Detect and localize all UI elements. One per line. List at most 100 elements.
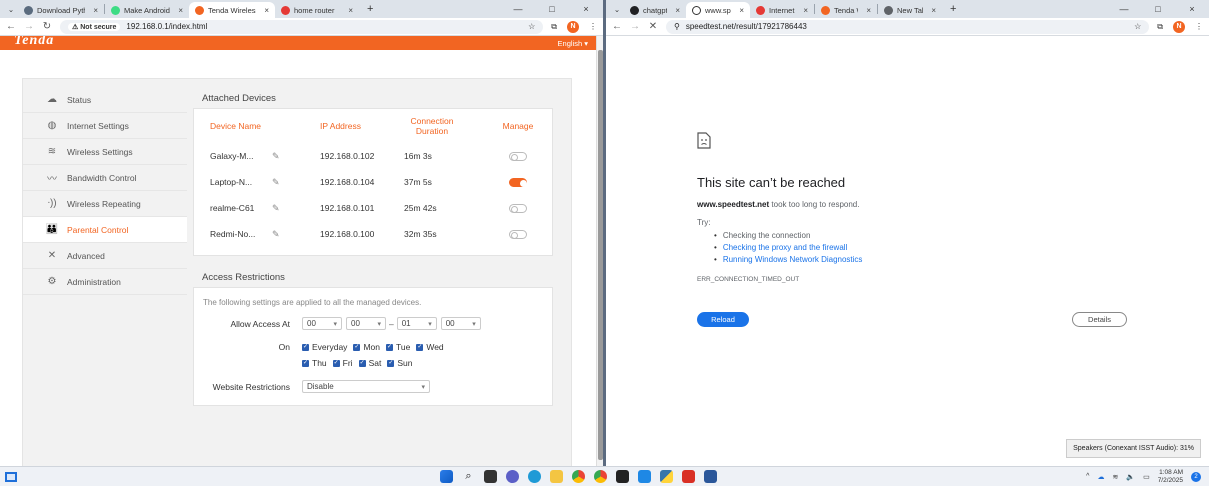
menu-kebab-icon[interactable]: ⋮ (589, 22, 597, 31)
sidebar-item-advanced[interactable]: ✕ Advanced (23, 243, 187, 269)
terminal-icon[interactable] (616, 470, 629, 483)
day-checkbox-everyday[interactable]: ✓ Everyday (302, 342, 347, 352)
sidebar-item-wireless-repeating[interactable]: ᐧ)) Wireless Repeating (23, 191, 187, 217)
language-select[interactable]: English ▾ (558, 39, 588, 48)
sidebar-item-administration[interactable]: ⚙ Administration (23, 269, 187, 295)
python-icon[interactable] (660, 470, 673, 483)
end-minute-select[interactable]: 00 ▾ (440, 317, 481, 330)
error-suggestion[interactable]: Running Windows Network Diagnostics (714, 255, 863, 264)
checkbox-checked-icon[interactable]: ✓ (387, 359, 395, 367)
edit-pencil-icon[interactable]: ✎ (272, 229, 280, 240)
error-suggestion[interactable]: Checking the proxy and the firewall (714, 243, 862, 252)
search-icon[interactable]: ⌕ (462, 470, 475, 483)
day-checkbox-thu[interactable]: ✓ Thu (302, 358, 327, 368)
bookmark-star-icon[interactable]: ☆ (528, 22, 535, 31)
close-window-button[interactable]: × (569, 4, 603, 14)
day-checkbox-sun[interactable]: ✓ Sun (387, 358, 412, 368)
left-page-scrollbar[interactable] (596, 36, 603, 466)
profile-avatar[interactable]: N (1173, 20, 1185, 33)
sidebar-item-status[interactable]: ☁ Status (23, 87, 187, 113)
day-checkbox-tue[interactable]: ✓ Tue (385, 342, 410, 352)
site-info-icon[interactable]: ⚲ (674, 22, 680, 31)
start-hour-select[interactable]: 00 ▾ (302, 317, 342, 330)
sidebar-item-parental-control[interactable]: 👪 Parental Control (23, 217, 187, 243)
widgets-icon[interactable] (484, 470, 497, 483)
suggestion-link[interactable]: Checking the proxy and the firewall (723, 243, 848, 252)
new-tab-button[interactable]: + (367, 3, 373, 15)
tab-close-icon[interactable]: × (93, 6, 98, 15)
edit-pencil-icon[interactable]: ✎ (272, 177, 280, 188)
day-checkbox-fri[interactable]: ✓ Fri (332, 358, 353, 368)
browser-tab[interactable]: www.spe × (686, 2, 750, 18)
browser-tab[interactable]: Download Pyth × (18, 2, 104, 18)
checkbox-checked-icon[interactable]: ✓ (302, 359, 309, 367)
bookmark-star-icon[interactable]: ☆ (1134, 22, 1141, 31)
tab-close-icon[interactable]: × (931, 6, 936, 15)
suggestion-link[interactable]: Running Windows Network Diagnostics (723, 255, 863, 264)
end-hour-select[interactable]: 01 ▾ (396, 317, 437, 330)
not-secure-badge[interactable]: ⚠ Not secure (68, 22, 121, 31)
task-view-icon[interactable] (5, 471, 17, 482)
vscode-icon[interactable] (638, 470, 651, 483)
browser-tab[interactable]: home router × (275, 2, 359, 18)
tab-close-icon[interactable]: × (803, 6, 808, 15)
windows-start-icon[interactable] (440, 470, 453, 483)
manage-toggle[interactable] (509, 177, 527, 187)
back-icon[interactable]: ← (6, 21, 16, 32)
browser-tab[interactable]: Internet × (750, 2, 814, 18)
edge-icon[interactable] (528, 470, 541, 483)
browser-tab[interactable]: New Tab × (878, 2, 942, 18)
edit-pencil-icon[interactable]: ✎ (272, 151, 280, 162)
profile-avatar[interactable]: N (567, 20, 579, 33)
tab-close-icon[interactable]: × (264, 6, 269, 15)
tab-search-icon[interactable]: ⌄ (4, 5, 18, 14)
chat-icon[interactable] (506, 470, 519, 483)
tab-close-icon[interactable]: × (739, 6, 744, 15)
tab-close-icon[interactable]: × (675, 6, 680, 15)
tab-close-icon[interactable]: × (178, 6, 183, 15)
checkbox-checked-icon[interactable]: ✓ (385, 343, 393, 351)
url-field[interactable]: ⚲ speedtest.net/result/17921786443 ☆ (666, 19, 1150, 34)
minimize-button[interactable]: — (1107, 4, 1141, 14)
day-checkbox-sat[interactable]: ✓ Sat (358, 358, 381, 368)
maximize-button[interactable]: □ (535, 4, 569, 14)
wifi-icon[interactable]: ≋ (1112, 473, 1118, 481)
day-checkbox-mon[interactable]: ✓ Mon (353, 342, 380, 352)
day-checkbox-wed[interactable]: ✓ Wed (416, 342, 444, 352)
word-icon[interactable] (704, 470, 717, 483)
sidebar-item-bandwidth-control[interactable]: 〰 Bandwidth Control (23, 165, 187, 191)
chevron-up-icon[interactable]: ^ (1086, 473, 1089, 480)
stop-icon[interactable]: ✕ (648, 21, 658, 32)
details-button[interactable]: Details (1072, 312, 1127, 327)
browser-tab[interactable]: chatgpt × (624, 2, 686, 18)
file-explorer-icon[interactable] (550, 470, 563, 483)
chrome-profile-icon[interactable] (594, 470, 607, 483)
sidebar-item-wireless-settings[interactable]: ≋ Wireless Settings (23, 139, 187, 165)
url-field[interactable]: ⚠ Not secure 192.168.0.1/index.html ☆ (60, 19, 544, 34)
checkbox-checked-icon[interactable]: ✓ (353, 343, 361, 351)
minimize-button[interactable]: — (501, 4, 535, 14)
menu-kebab-icon[interactable]: ⋮ (1195, 22, 1203, 31)
sidebar-item-internet-settings[interactable]: ◍ Internet Settings (23, 113, 187, 139)
browser-tab[interactable]: Tenda W × (815, 2, 877, 18)
onedrive-icon[interactable]: ☁ (1097, 473, 1104, 481)
maximize-button[interactable]: □ (1141, 4, 1175, 14)
extensions-icon[interactable]: ⧉ (551, 22, 557, 32)
extensions-icon[interactable]: ⧉ (1157, 22, 1163, 32)
browser-tab[interactable]: Make Android × (105, 2, 189, 18)
website-restrictions-select[interactable]: Disable ▾ (302, 380, 430, 393)
browser-tab[interactable]: Tenda Wireless × (189, 2, 275, 18)
manage-toggle[interactable] (509, 229, 527, 239)
tab-close-icon[interactable]: × (866, 6, 871, 15)
edit-pencil-icon[interactable]: ✎ (272, 203, 280, 214)
battery-icon[interactable]: ▭ (1143, 473, 1150, 481)
reload-button[interactable]: Reload (697, 312, 749, 327)
close-window-button[interactable]: × (1175, 4, 1209, 14)
manage-toggle[interactable] (509, 151, 527, 161)
chrome-icon[interactable] (572, 470, 585, 483)
new-tab-button[interactable]: + (950, 3, 956, 15)
checkbox-checked-icon[interactable]: ✓ (332, 359, 340, 367)
pdf-icon[interactable] (682, 470, 695, 483)
clock[interactable]: 1:08 AM 7/2/2025 (1158, 469, 1183, 485)
volume-icon[interactable]: 🔈 (1126, 473, 1135, 481)
